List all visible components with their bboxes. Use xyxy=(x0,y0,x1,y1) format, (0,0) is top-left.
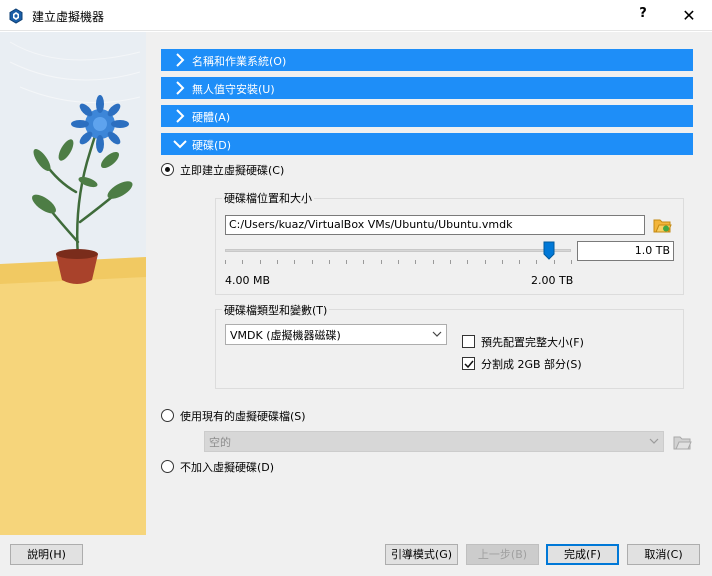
section-unattended-install[interactable]: 無人值守安裝(U) xyxy=(161,77,693,99)
folder-browse-icon[interactable] xyxy=(652,215,672,235)
slider-tick xyxy=(432,260,434,264)
split-2gb-label[interactable]: 分割成 2GB 部分(S) xyxy=(481,356,582,372)
chevron-right-icon xyxy=(176,81,185,95)
preallocate-checkbox[interactable] xyxy=(462,335,475,348)
folder-browse-disabled-icon[interactable] xyxy=(672,432,692,452)
split-2gb-checkbox[interactable] xyxy=(462,357,475,370)
slider-tick xyxy=(449,260,451,264)
slider-tick xyxy=(242,260,244,264)
use-existing-disk-label[interactable]: 使用現有的虛擬硬碟檔(S) xyxy=(180,408,306,424)
slider-tick xyxy=(225,260,226,264)
existing-disk-dropdown[interactable]: 空的 xyxy=(204,431,664,452)
slider-tick xyxy=(467,260,469,264)
slider-tick xyxy=(259,260,261,264)
disk-size-field[interactable]: 1.0 TB xyxy=(577,241,674,261)
disk-path-field[interactable]: C:/Users/kuaz/VirtualBox VMs/Ubuntu/Ubun… xyxy=(225,215,645,235)
close-window-button[interactable]: ✕ xyxy=(676,6,702,26)
slider-tick xyxy=(553,260,555,264)
disk-size-min-label: 4.00 MB xyxy=(225,274,271,287)
disk-size-slider-track[interactable] xyxy=(225,249,571,252)
existing-disk-selected: 空的 xyxy=(209,436,231,449)
section-label: 硬體(A) xyxy=(192,111,231,124)
section-label: 無人值守安裝(U) xyxy=(192,83,275,96)
location-size-group-title: 硬碟檔位置和大小 xyxy=(222,190,314,206)
help-button[interactable]: 說明(H) xyxy=(10,544,83,565)
section-name-and-os[interactable]: 名稱和作業系統(O) xyxy=(161,49,693,71)
preallocate-label[interactable]: 預先配置完整大小(F) xyxy=(481,334,584,350)
type-variant-group xyxy=(215,309,684,389)
chevron-down-icon xyxy=(173,140,187,149)
create-disk-label[interactable]: 立即建立虛擬硬碟(C) xyxy=(180,162,284,178)
slider-tick xyxy=(415,260,417,264)
disk-type-selected: VMDK (虛擬機器磁碟) xyxy=(230,329,341,342)
disk-type-dropdown[interactable]: VMDK (虛擬機器磁碟) xyxy=(225,324,447,345)
slider-tick xyxy=(380,260,382,264)
slider-tick xyxy=(398,260,399,264)
slider-tick xyxy=(571,260,572,264)
no-disk-radio[interactable] xyxy=(161,460,174,473)
dialog-body: 名稱和作業系統(O) 無人值守安裝(U) 硬體(A) 硬碟(D) 立即建立虛擬硬… xyxy=(0,32,712,576)
disk-size-slider-fill xyxy=(226,250,548,251)
wizard-banner-illustration xyxy=(0,32,146,535)
help-title-button[interactable]: ? xyxy=(630,6,656,26)
virtualbox-app-icon xyxy=(9,8,23,24)
title-bar: 建立虛擬機器 ? ✕ xyxy=(0,0,712,31)
back-button[interactable]: 上一步(B) xyxy=(466,544,539,565)
chevron-right-icon xyxy=(176,53,185,67)
guided-mode-button[interactable]: 引導模式(G) xyxy=(385,544,458,565)
chevron-right-icon xyxy=(176,109,185,123)
section-label: 硬碟(D) xyxy=(192,139,232,152)
slider-tick xyxy=(276,260,278,264)
disk-size-slider-thumb[interactable] xyxy=(543,241,555,260)
section-hardware[interactable]: 硬體(A) xyxy=(161,105,693,127)
checkmark-icon xyxy=(464,360,474,369)
section-hard-disk[interactable]: 硬碟(D) xyxy=(161,133,693,155)
use-existing-disk-radio[interactable] xyxy=(161,409,174,422)
slider-tick xyxy=(346,260,348,264)
chevron-down-icon xyxy=(432,331,442,337)
create-disk-radio[interactable] xyxy=(161,163,174,176)
slider-tick xyxy=(519,260,521,264)
slider-tick xyxy=(536,260,538,264)
slider-tick xyxy=(501,260,503,264)
disk-size-max-label: 2.00 TB xyxy=(531,274,574,287)
finish-button[interactable]: 完成(F) xyxy=(546,544,619,565)
slider-tick xyxy=(484,260,486,264)
slider-tick xyxy=(311,260,313,264)
window-title: 建立虛擬機器 xyxy=(32,10,105,24)
section-label: 名稱和作業系統(O) xyxy=(192,55,287,68)
type-variant-group-title: 硬碟檔類型和變數(T) xyxy=(222,302,330,318)
slider-tick xyxy=(294,260,296,264)
chevron-down-icon xyxy=(649,438,659,444)
slider-tick xyxy=(328,260,330,264)
no-disk-label[interactable]: 不加入虛擬硬碟(D) xyxy=(180,459,274,475)
cancel-button[interactable]: 取消(C) xyxy=(627,544,700,565)
slider-tick xyxy=(363,260,365,264)
